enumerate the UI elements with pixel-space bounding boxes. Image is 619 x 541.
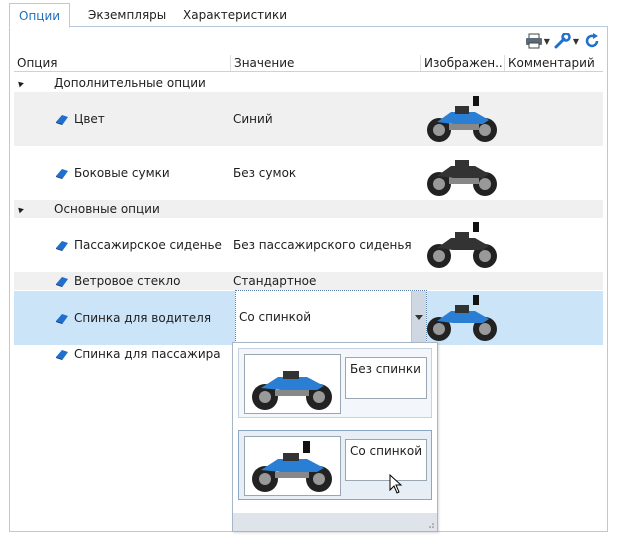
motorcycle-image (427, 96, 497, 142)
dropdown-option-label: Без спинки (345, 357, 427, 399)
option-name: Цвет (74, 112, 105, 126)
table-row-selected[interactable]: Спинка для водителя Со спинкой (14, 290, 603, 345)
table-row[interactable]: Ветровое стекло Стандартное (14, 272, 603, 290)
tab-characteristics[interactable]: Характеристики (174, 3, 296, 27)
option-name: Боковые сумки (74, 166, 170, 180)
table-row[interactable]: Боковые сумки Без сумок (14, 146, 603, 200)
option-name: Ветровое стекло (74, 274, 181, 288)
collapse-icon[interactable] (16, 79, 24, 88)
chevron-down-icon: ▼ (572, 36, 579, 46)
column-header-option[interactable]: Опция (14, 55, 231, 71)
motorcycle-image (427, 295, 497, 341)
motorcycle-image (427, 160, 497, 196)
option-icon (56, 350, 68, 360)
value-combobox[interactable]: Со спинкой (235, 290, 427, 345)
resize-grip-icon[interactable] (426, 520, 434, 528)
option-icon (56, 115, 68, 125)
column-header-comment[interactable]: Комментарий (505, 55, 603, 71)
group-label: Основные опции (54, 202, 160, 216)
dropdown-option-with-backrest[interactable]: Со спинкой (238, 430, 432, 500)
dropdown-option-no-backrest[interactable]: Без спинки (238, 348, 432, 418)
tab-options[interactable]: Опции (9, 3, 71, 28)
refresh-icon (585, 33, 599, 48)
table-row[interactable]: Пассажирское сиденье Без пассажирского с… (14, 218, 603, 272)
option-name: Спинка для пассажира (74, 347, 221, 361)
option-icon (56, 314, 68, 324)
option-value: Стандартное (233, 274, 317, 288)
grid-header: Опция Значение Изображен... Комментарий (14, 55, 603, 72)
collapse-icon[interactable] (16, 205, 24, 214)
toolbar: ▼ ▼ (525, 31, 601, 51)
option-name: Пассажирское сиденье (74, 238, 222, 252)
value-dropdown-list: Без спинки Со спинкой (232, 342, 438, 532)
option-icon (56, 169, 68, 179)
wrench-icon (554, 33, 571, 49)
motorcycle-image (244, 436, 341, 496)
mouse-cursor-icon (389, 474, 403, 494)
chevron-down-icon: ▼ (543, 36, 550, 46)
dropdown-footer (233, 513, 437, 531)
group-row-additional[interactable]: Дополнительные опции (14, 74, 603, 92)
group-row-main[interactable]: Основные опции (14, 200, 603, 218)
column-header-image[interactable]: Изображен... (421, 55, 505, 71)
table-row[interactable]: Цвет Синий (14, 92, 603, 146)
group-label: Дополнительные опции (54, 76, 206, 90)
option-icon (56, 277, 68, 287)
combobox-value: Со спинкой (239, 310, 312, 324)
column-header-value[interactable]: Значение (231, 55, 421, 71)
dropdown-option-label: Со спинкой (345, 439, 427, 481)
option-value: Синий (233, 112, 273, 126)
motorcycle-image (427, 222, 497, 268)
motorcycle-image (244, 354, 341, 414)
tab-instances[interactable]: Экземпляры (79, 3, 175, 27)
option-icon (56, 241, 68, 251)
refresh-button[interactable] (583, 31, 601, 51)
tab-strip: Опции Экземпляры Характеристики (9, 3, 608, 28)
option-value: Без пассажирского сиденья (233, 238, 412, 252)
print-button[interactable]: ▼ (525, 31, 550, 51)
settings-button[interactable]: ▼ (554, 31, 579, 51)
printer-icon (525, 33, 542, 49)
option-name: Спинка для водителя (74, 311, 212, 325)
option-value: Без сумок (233, 166, 297, 180)
